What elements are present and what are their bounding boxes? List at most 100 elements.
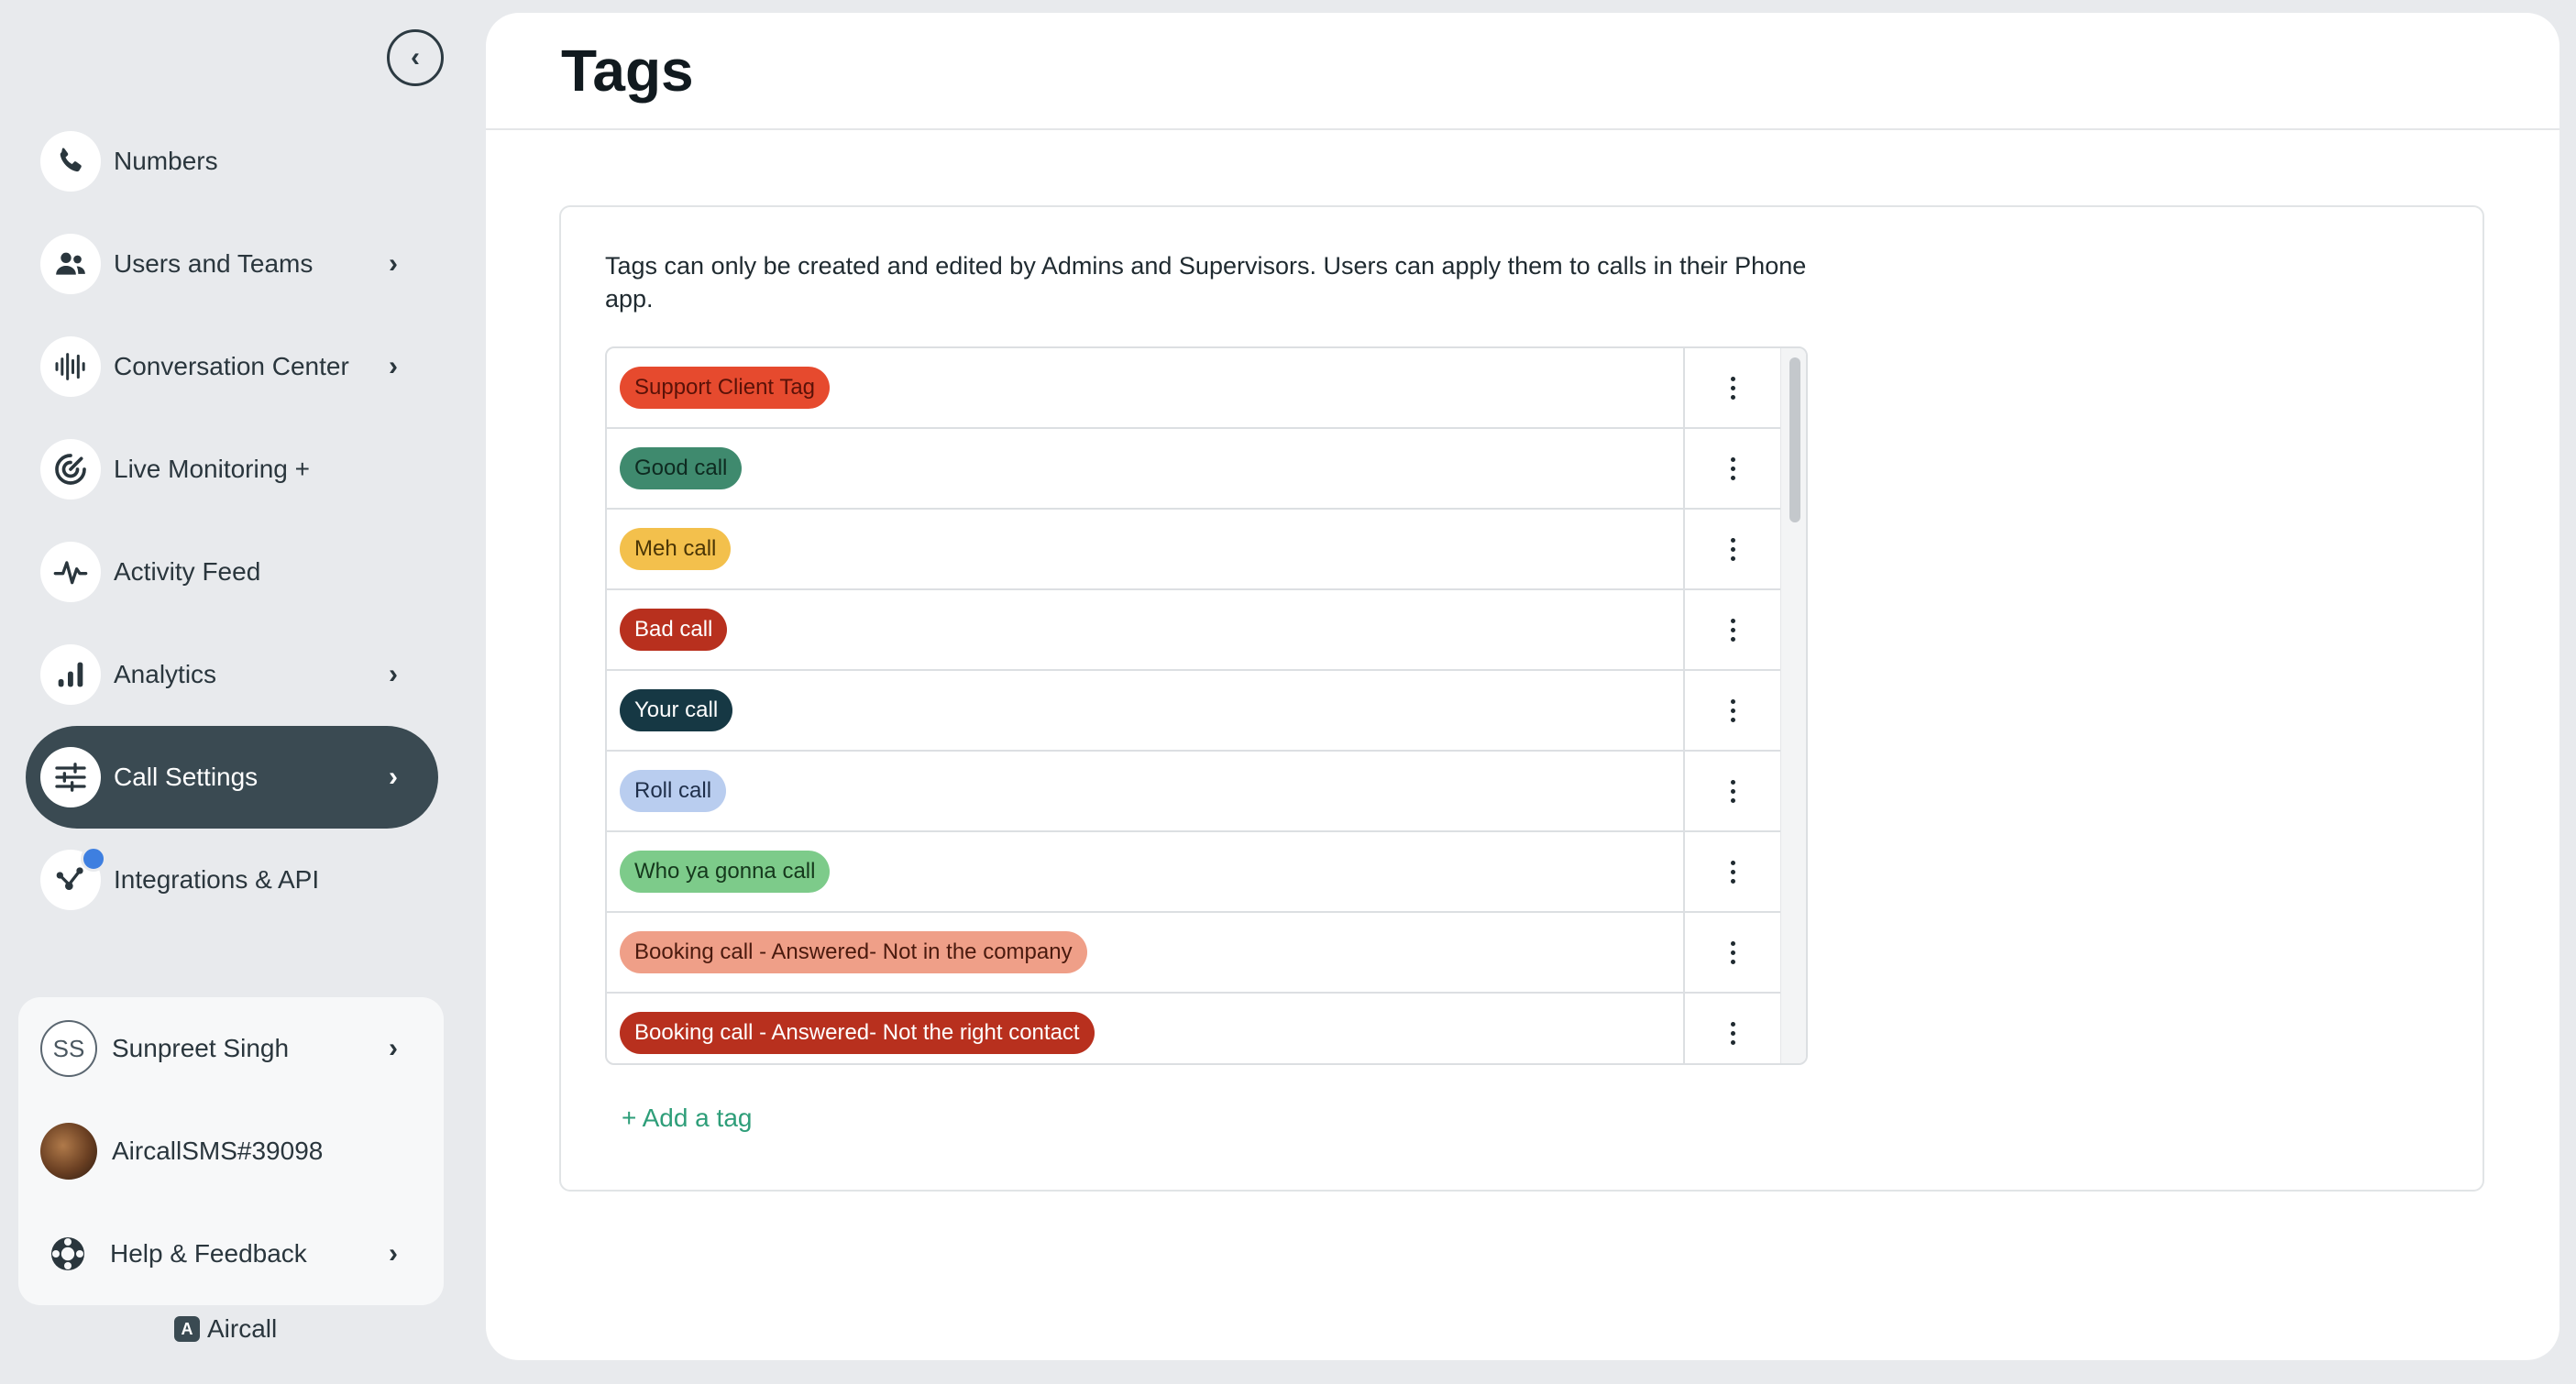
users-icon: [40, 234, 101, 294]
tag-cell: Booking call - Answered- Not the right c…: [607, 994, 1685, 1063]
sidebar-item-analytics[interactable]: Analytics ›: [26, 623, 438, 726]
scrollbar-thumb[interactable]: [1789, 357, 1800, 522]
tag-row: Booking call - Answered- Not the right c…: [607, 994, 1780, 1063]
tag-cell: Booking call - Answered- Not in the comp…: [607, 913, 1685, 992]
tag-cell: Who ya gonna call: [607, 832, 1685, 911]
tag-row: Who ya gonna call: [607, 832, 1780, 913]
phone-icon: [40, 131, 101, 192]
tag-pill[interactable]: Good call: [620, 447, 743, 489]
chevron-right-icon: ›: [389, 248, 398, 279]
tag-options-button[interactable]: [1685, 913, 1780, 992]
scrollbar[interactable]: [1780, 348, 1806, 1063]
sidebar-item-integrations[interactable]: Integrations & API: [26, 829, 438, 931]
tag-row: Booking call - Answered- Not in the comp…: [607, 913, 1780, 994]
tag-row: Bad call: [607, 590, 1780, 671]
tag-pill[interactable]: Roll call: [620, 770, 727, 812]
chevron-right-icon: ›: [389, 1033, 398, 1063]
more-vertical-icon: [1730, 1021, 1735, 1045]
more-vertical-icon: [1730, 779, 1735, 803]
user-name: Sunpreet Singh: [112, 1034, 290, 1062]
sidebar-nav: Numbers Users and Teams › Conversation C…: [26, 110, 438, 931]
tag-options-button[interactable]: [1685, 510, 1780, 588]
sidebar-item-numbers[interactable]: Numbers: [26, 110, 438, 213]
tag-row: Meh call: [607, 510, 1780, 590]
more-vertical-icon: [1730, 537, 1735, 561]
tag-cell: Your call: [607, 671, 1685, 750]
notification-dot: [81, 846, 106, 872]
company-item[interactable]: AircallSMS#39098: [18, 1100, 444, 1203]
tag-options-button[interactable]: [1685, 752, 1780, 830]
tag-pill[interactable]: Booking call - Answered- Not in the comp…: [620, 931, 1087, 973]
tag-options-button[interactable]: [1685, 671, 1780, 750]
tag-options-button[interactable]: [1685, 994, 1780, 1063]
sidebar-item-live-monitoring[interactable]: Live Monitoring +: [26, 418, 438, 521]
more-vertical-icon: [1730, 698, 1735, 722]
page-title: Tags: [561, 38, 694, 104]
tag-pill[interactable]: Booking call - Answered- Not the right c…: [620, 1012, 1095, 1054]
chevron-right-icon: ›: [389, 1238, 398, 1269]
tag-options-button[interactable]: [1685, 348, 1780, 427]
tag-row: Support Client Tag: [607, 348, 1780, 429]
account-card: SS Sunpreet Singh › AircallSMS#39098 Hel…: [18, 997, 444, 1305]
sidebar-item-activity-feed[interactable]: Activity Feed: [26, 521, 438, 623]
integrations-icon: [40, 846, 106, 910]
monitoring-icon: [40, 439, 101, 500]
sidebar-item-conversation-center[interactable]: Conversation Center ›: [26, 315, 438, 418]
brand-name: Aircall: [207, 1314, 278, 1343]
tag-row: Roll call: [607, 752, 1780, 832]
chevron-right-icon: ›: [389, 351, 398, 381]
bar-chart-icon: [40, 644, 101, 705]
page-header: Tags: [486, 13, 2559, 130]
chevron-right-icon: ›: [389, 659, 398, 689]
tag-cell: Good call: [607, 429, 1685, 508]
sidebar-item-users-and-teams[interactable]: Users and Teams ›: [26, 213, 438, 315]
tags-list[interactable]: Support Client Tag Good call Meh call Bad c…: [605, 346, 1808, 1065]
more-vertical-icon: [1730, 860, 1735, 884]
tag-row: Good call: [607, 429, 1780, 510]
more-vertical-icon: [1730, 618, 1735, 642]
sidebar-item-label: Live Monitoring +: [114, 455, 311, 483]
tag-cell: Roll call: [607, 752, 1685, 830]
sidebar-item-label: Integrations & API: [114, 865, 320, 894]
sidebar-item-label: Analytics: [114, 660, 217, 688]
collapse-sidebar-button[interactable]: ‹: [387, 29, 444, 86]
chevron-right-icon: ›: [389, 762, 398, 792]
aircall-logo-icon: A: [174, 1316, 200, 1342]
sidebar-item-label: Call Settings: [114, 763, 259, 791]
company-avatar: [40, 1123, 97, 1180]
more-vertical-icon: [1730, 940, 1735, 964]
tags-card: Tags can only be created and edited by A…: [559, 205, 2484, 1192]
tag-options-button[interactable]: [1685, 832, 1780, 911]
waveform-icon: [40, 336, 101, 397]
sidebar-item-label: Users and Teams: [114, 249, 314, 278]
tag-pill[interactable]: Bad call: [620, 609, 728, 651]
lifebuoy-icon: [51, 1237, 84, 1270]
sidebar-item-label: Numbers: [114, 147, 218, 175]
sidebar-item-label: Activity Feed: [114, 557, 261, 586]
tag-cell: Meh call: [607, 510, 1685, 588]
pulse-icon: [40, 542, 101, 602]
tag-pill[interactable]: Who ya gonna call: [620, 851, 831, 893]
tags-description: Tags can only be created and edited by A…: [605, 252, 1807, 313]
tag-pill[interactable]: Your call: [620, 689, 733, 731]
tag-row: Your call: [607, 671, 1780, 752]
tag-options-button[interactable]: [1685, 429, 1780, 508]
help-label: Help & Feedback: [110, 1239, 307, 1268]
user-profile-item[interactable]: SS Sunpreet Singh ›: [18, 997, 444, 1100]
company-name: AircallSMS#39098: [112, 1137, 324, 1165]
sidebar-item-label: Conversation Center: [114, 352, 349, 380]
more-vertical-icon: [1730, 376, 1735, 400]
add-tag-link[interactable]: + Add a tag: [622, 1104, 752, 1133]
sidebar: ‹ Numbers Users and Teams › Conversation…: [0, 0, 486, 1384]
brand-footer: A Aircall: [174, 1314, 277, 1344]
tag-options-button[interactable]: [1685, 590, 1780, 669]
tag-pill[interactable]: Meh call: [620, 528, 732, 570]
sidebar-item-call-settings[interactable]: Call Settings ›: [26, 726, 438, 829]
main-panel: Tags Tags can only be created and edited…: [486, 13, 2559, 1360]
sliders-icon: [40, 747, 101, 807]
more-vertical-icon: [1730, 456, 1735, 480]
tag-pill[interactable]: Support Client Tag: [620, 367, 831, 409]
avatar: SS: [40, 1020, 97, 1077]
chevron-left-icon: ‹: [411, 42, 420, 72]
help-feedback-item[interactable]: Help & Feedback ›: [18, 1203, 444, 1305]
